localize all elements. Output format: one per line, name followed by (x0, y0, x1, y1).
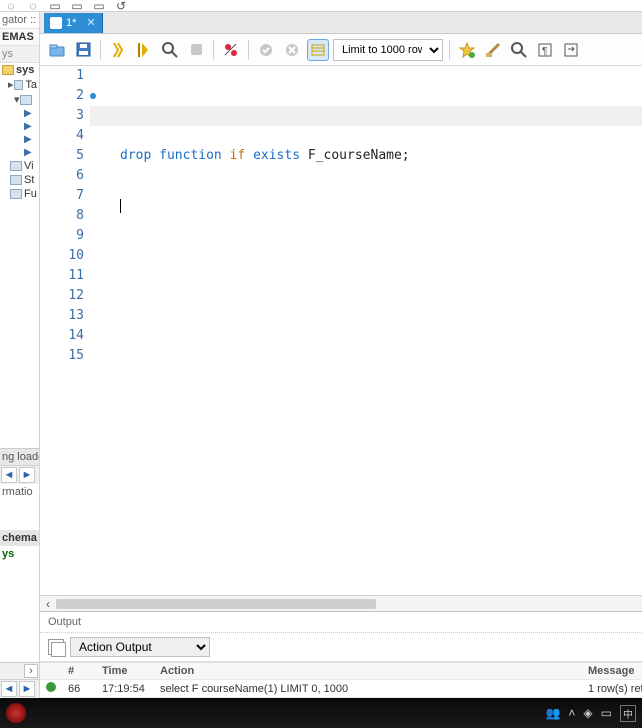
tree-views[interactable]: Vi (0, 159, 39, 173)
top-menu-remnant: ◌ ◌ ▭ ▭ ▭ ↺ (0, 0, 642, 12)
tab-title: 1* (66, 17, 76, 29)
tray-input-icon[interactable]: 中 (620, 705, 636, 722)
folder-icon (10, 175, 22, 185)
stop-button[interactable] (185, 39, 207, 61)
wrap-button[interactable] (560, 39, 582, 61)
line-gutter: 1 2 3 4 5 6 7 8 9 10 11 12 13 14 15 (40, 66, 90, 595)
tree-node[interactable]: ▶ (0, 146, 39, 159)
code-content[interactable]: drop function if exists F_courseName; (90, 66, 642, 595)
loading-label: ng loade (0, 449, 39, 465)
tray-battery-icon[interactable]: ▭ (601, 706, 612, 720)
top-icon: ◌ (26, 2, 40, 10)
beautify-button[interactable] (482, 39, 504, 61)
tree-label: Fu (24, 188, 37, 200)
output-header: Output (40, 612, 642, 633)
output-type-select[interactable]: Action Output (70, 637, 210, 657)
find-button[interactable] (508, 39, 530, 61)
schema-info-header: chema (0, 530, 39, 546)
scroll-right-icon[interactable]: › (24, 664, 38, 678)
save-button[interactable] (72, 39, 94, 61)
editor-area: 1* ✕ (40, 12, 642, 698)
start-icon[interactable] (6, 703, 26, 723)
toggle-invisible-button[interactable]: ¶ (534, 39, 556, 61)
tray-up-icon[interactable]: ˄ (568, 706, 575, 720)
schema-sys[interactable]: sys (0, 63, 39, 77)
sql-file-icon (50, 17, 62, 29)
row-action: select F courseName(1) LIMIT 0, 1000 (154, 680, 582, 698)
taskbar[interactable]: 👥 ˄ ◈ ▭ 中 (0, 698, 642, 728)
row-time: 17:19:54 (96, 680, 154, 698)
tree-node[interactable]: ▶ (0, 120, 39, 133)
output-table: # Time Action Message 66 17:19:54 select… (40, 662, 642, 698)
col-action[interactable]: Action (154, 663, 582, 680)
toggle-autocommit-button[interactable] (220, 39, 242, 61)
folder-icon (10, 189, 22, 199)
database-icon (2, 65, 14, 75)
row-message: 1 row(s) retu (582, 680, 642, 698)
col-time[interactable]: Time (96, 663, 154, 680)
information-label: rmatio (0, 484, 39, 500)
explain-button[interactable] (159, 39, 181, 61)
nav-back-icon[interactable]: ◄ (1, 681, 17, 697)
navigator-label: gator :: (0, 12, 39, 29)
tray-wifi-icon[interactable]: ◈ (583, 706, 592, 720)
execute-button[interactable] (107, 39, 129, 61)
horizontal-scrollbar[interactable]: ‹ (40, 595, 642, 611)
table-icon (14, 80, 24, 90)
col-message[interactable]: Message (582, 663, 642, 680)
scrollbar-thumb[interactable] (56, 599, 376, 609)
toggle-limit-button[interactable] (307, 39, 329, 61)
tree-label: sys (16, 64, 34, 76)
system-tray[interactable]: 👥 ˄ ◈ ▭ 中 (545, 705, 636, 722)
commit-button[interactable] (255, 39, 277, 61)
nav-back-icon[interactable]: ◄ (1, 467, 17, 483)
top-icon: ◌ (4, 2, 18, 10)
tree-label: Vi (24, 160, 34, 172)
tray-people-icon[interactable]: 👥 (545, 706, 560, 720)
table-header-row: # Time Action Message (40, 663, 642, 680)
schemas-header[interactable]: EMAS (0, 29, 39, 46)
col-idx[interactable]: # (62, 663, 96, 680)
nav-fwd-icon[interactable]: ► (19, 681, 35, 697)
folder-icon (10, 161, 22, 171)
nav-arrows: ◄ ► (0, 465, 39, 484)
filter-row[interactable]: ys (0, 46, 39, 63)
tree-node[interactable]: ▶ (0, 107, 39, 120)
sql-tab[interactable]: 1* ✕ (44, 13, 103, 33)
open-file-button[interactable] (46, 39, 68, 61)
tree-label: Ta (25, 79, 37, 91)
status-ok-icon (46, 682, 56, 692)
tree-tables[interactable]: ▸ Ta (0, 77, 39, 92)
top-icon: ↺ (114, 2, 128, 10)
nav-fwd-icon[interactable]: ► (19, 467, 35, 483)
svg-text:¶: ¶ (542, 46, 547, 57)
close-icon[interactable]: ✕ (86, 16, 95, 29)
tree-node[interactable]: ▶ (0, 133, 39, 146)
navigator-sidebar[interactable]: gator :: EMAS ys sys ▸ Ta ▾ ▶ ▶ ▶ ▶ Vi (0, 12, 40, 698)
top-icon: ▭ (92, 2, 106, 10)
top-icon: ▭ (48, 2, 62, 10)
schema-ys[interactable]: ys (0, 546, 39, 562)
text-cursor (120, 199, 121, 213)
tree-node[interactable]: ▾ (0, 92, 39, 107)
limit-rows-select[interactable]: Limit to 1000 rows (333, 39, 443, 61)
tree-stored[interactable]: St (0, 173, 39, 187)
top-icon: ▭ (70, 2, 84, 10)
table-icon (20, 95, 32, 105)
schema-tree[interactable]: sys ▸ Ta ▾ ▶ ▶ ▶ ▶ Vi St Fu (0, 63, 39, 448)
sql-toolbar: Limit to 1000 rows ¶ (40, 34, 642, 66)
rollback-button[interactable] (281, 39, 303, 61)
scroll-left-icon[interactable]: ‹ (40, 597, 56, 611)
tab-bar: 1* ✕ (40, 12, 642, 34)
table-row[interactable]: 66 17:19:54 select F courseName(1) LIMIT… (40, 680, 642, 698)
tree-functions[interactable]: Fu (0, 187, 39, 201)
favorites-button[interactable] (456, 39, 478, 61)
row-idx: 66 (62, 680, 96, 698)
sql-editor[interactable]: 1 2 3 4 5 6 7 8 9 10 11 12 13 14 15 drop… (40, 66, 642, 595)
execute-current-button[interactable] (133, 39, 155, 61)
tree-label: St (24, 174, 34, 186)
copy-icon[interactable] (48, 639, 64, 655)
output-panel: Output Action Output # Time Action Messa… (40, 611, 642, 698)
